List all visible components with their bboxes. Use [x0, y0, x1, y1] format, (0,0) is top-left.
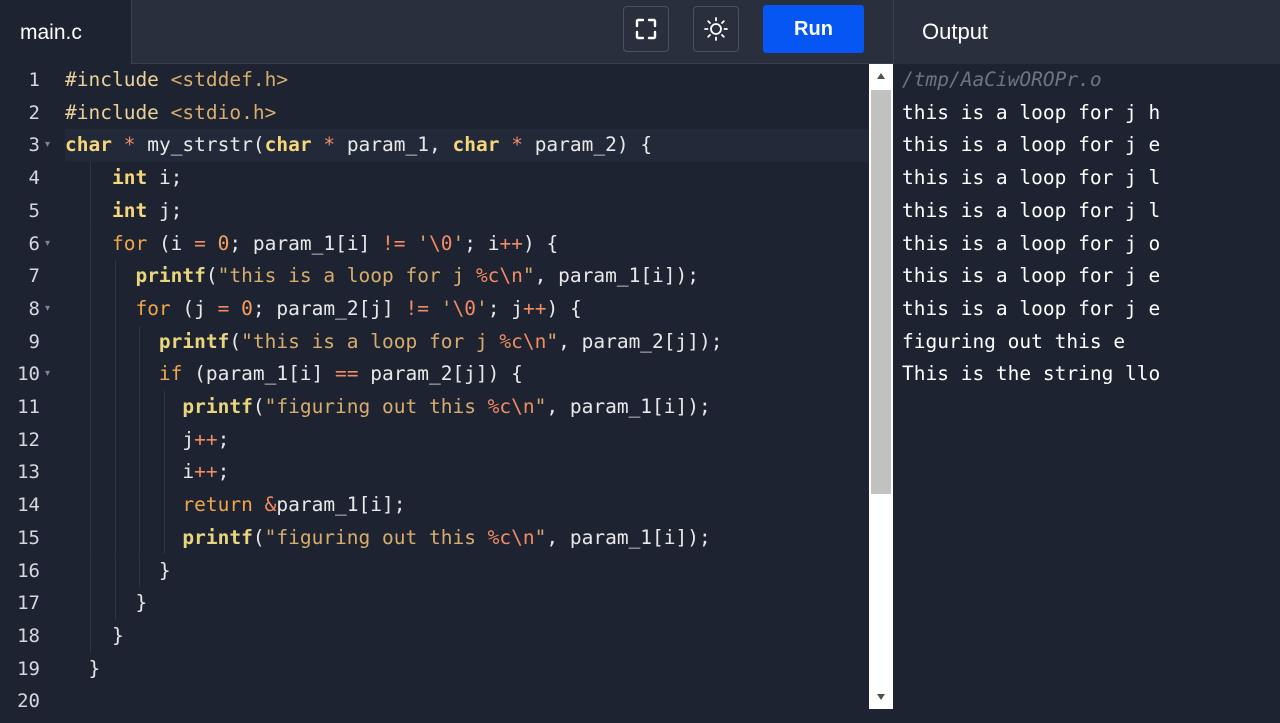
fold-arrow-icon[interactable]: ▾: [45, 129, 50, 162]
code-line[interactable]: return &param_1[i];: [65, 489, 869, 522]
output-line: this is a loop for j o: [902, 231, 1161, 255]
code-editor[interactable]: 1 2 3 ▾ 4 5 6 ▾ 7 8 ▾ 9 10 ▾ 11 12 13 14 15 16 17 18 19 20 #inc…: [0, 64, 869, 723]
line-number: 16: [17, 559, 40, 582]
line-number: 19: [17, 657, 40, 680]
line-number: 14: [17, 494, 40, 517]
code-line[interactable]: #include <stddef.h>: [65, 64, 869, 97]
output-line: figuring out this e: [902, 329, 1126, 353]
code-line[interactable]: int j;: [65, 194, 869, 228]
line-number: 20: [17, 690, 40, 713]
code-line[interactable]: j++;: [65, 423, 869, 457]
line-number: 7: [28, 265, 40, 288]
fold-arrow-icon[interactable]: ▾: [45, 358, 50, 391]
line-number-gutter: 1 2 3 ▾ 4 5 6 ▾ 7 8 ▾ 9 10 ▾ 11 12 13 14 15 16 17 18 19 20: [0, 64, 60, 723]
output-line: this is a loop for j l: [902, 198, 1161, 222]
code-line[interactable]: int i;: [65, 162, 869, 195]
scroll-up-arrow-icon[interactable]: [869, 64, 893, 88]
line-number: 6: [28, 232, 40, 255]
code-line[interactable]: printf("this is a loop for j %c\n", para…: [65, 260, 869, 293]
code-line[interactable]: printf("this is a loop for j %c\n", para…: [65, 325, 869, 359]
code-line[interactable]: }: [65, 554, 869, 588]
theme-toggle-button[interactable]: [693, 6, 739, 52]
scrollbar-thumb[interactable]: [871, 90, 891, 494]
line-number: 15: [17, 526, 40, 549]
line-number: 5: [28, 199, 40, 222]
file-tab[interactable]: main.c: [0, 0, 132, 65]
output-panel: /tmp/AaCiwOROPr.o this is a loop for j h…: [894, 64, 1280, 723]
line-number: 4: [28, 167, 40, 190]
line-number: 12: [17, 428, 40, 451]
code-line[interactable]: printf("figuring out this %c\n", param_1…: [65, 521, 869, 555]
code-line[interactable]: }: [65, 653, 869, 686]
output-line: This is the string llo: [902, 362, 1161, 386]
sun-icon: [703, 16, 729, 42]
line-number: 10: [17, 363, 40, 386]
line-number: 9: [28, 330, 40, 353]
output-header: Output: [893, 0, 1280, 64]
line-number: 18: [17, 624, 40, 647]
line-number: 3: [28, 134, 40, 157]
output-line: this is a loop for j e: [902, 264, 1161, 288]
output-file-path: /tmp/AaCiwOROPr.o: [902, 68, 1102, 91]
line-number: 8: [28, 297, 40, 320]
line-number: 2: [28, 101, 40, 124]
line-number: 17: [17, 592, 40, 615]
code-line[interactable]: if (param_1[i] == param_2[j]) {: [65, 358, 869, 391]
run-button[interactable]: Run: [763, 5, 864, 53]
line-number: 1: [28, 69, 40, 91]
editor-scrollbar[interactable]: [869, 64, 893, 709]
output-line: this is a loop for j h: [902, 100, 1161, 124]
code-line[interactable]: char * my_strstr(char * param_1, char * …: [65, 129, 869, 163]
code-line[interactable]: [65, 685, 869, 718]
line-number: 11: [17, 396, 40, 418]
code-line[interactable]: for (j = 0; param_2[j] != '\0'; j++) {: [65, 292, 869, 326]
scroll-down-arrow-icon[interactable]: [869, 685, 893, 709]
code-line[interactable]: }: [65, 587, 869, 620]
fullscreen-icon: [634, 17, 658, 41]
fold-arrow-icon[interactable]: ▾: [45, 228, 50, 261]
file-tab-label: main.c: [20, 20, 82, 44]
output-line: this is a loop for j e: [902, 133, 1161, 157]
fold-arrow-icon[interactable]: ▾: [45, 293, 50, 326]
code-line[interactable]: }: [65, 619, 869, 653]
code-line[interactable]: i++;: [65, 456, 869, 490]
fullscreen-button[interactable]: [623, 6, 669, 52]
output-line: this is a loop for j l: [902, 166, 1161, 190]
output-line: this is a loop for j e: [902, 296, 1161, 320]
top-bar: main.c Run Output: [0, 0, 1280, 65]
output-title: Output: [922, 19, 989, 44]
code-line[interactable]: #include <stdio.h>: [65, 97, 869, 130]
line-number: 13: [17, 461, 40, 484]
code-line[interactable]: printf("figuring out this %c\n", param_1…: [65, 391, 869, 424]
code-line[interactable]: for (i = 0; param_1[i] != '\0'; i++) {: [65, 227, 869, 261]
